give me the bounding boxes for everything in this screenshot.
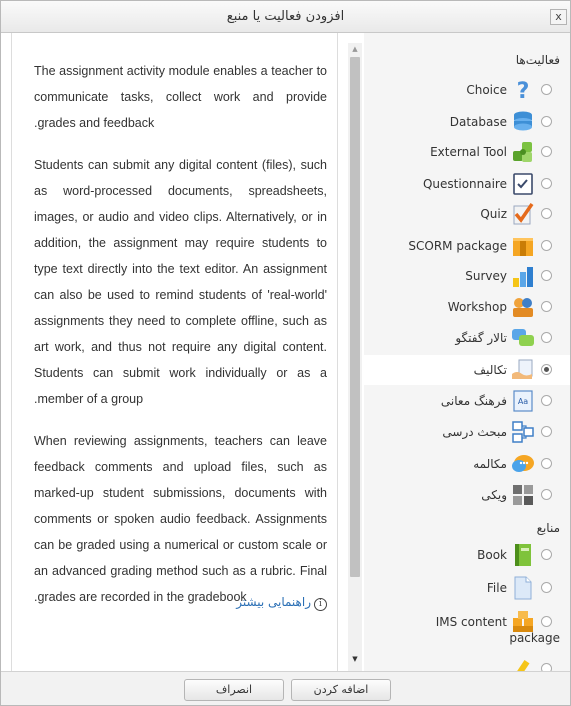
option-label: فرهنگ معانی <box>440 394 507 408</box>
radio-button[interactable] <box>541 549 552 560</box>
option-quiz[interactable]: Quiz <box>364 199 570 229</box>
option-chat[interactable]: مکالمه <box>364 449 570 479</box>
option-lesson[interactable]: مبحث درسی <box>364 417 570 447</box>
option-label: مکالمه <box>473 457 507 471</box>
dialog-body: The assignment activity module enables a… <box>1 33 570 673</box>
resources-section-label: منابع <box>536 521 560 535</box>
option-label: Questionnaire <box>422 177 507 191</box>
option-ims-content-package[interactable]: IMS content package <box>364 607 570 647</box>
option-file[interactable]: File <box>364 573 570 603</box>
option-label: SCORM package <box>408 239 507 253</box>
radio-button[interactable] <box>541 240 552 251</box>
dialog-footer: اضافه کردن انصراف <box>1 671 570 705</box>
option-label: Book <box>477 548 507 562</box>
radio-button[interactable] <box>541 116 552 127</box>
option-survey[interactable]: Survey <box>364 261 570 291</box>
dialog-title: افزودن فعالیت یا منبع <box>226 9 345 24</box>
option-label: Quiz <box>480 207 507 221</box>
radio-button[interactable] <box>541 489 552 500</box>
book-icon <box>515 544 531 566</box>
option-questionnaire[interactable]: Questionnaire <box>364 169 570 199</box>
option-label: Workshop <box>447 300 507 314</box>
option-label: Survey <box>465 269 507 283</box>
database-icon <box>514 111 532 131</box>
questionnaire-icon <box>513 173 533 195</box>
option-book[interactable]: Book <box>364 540 570 570</box>
radio-button[interactable] <box>541 582 552 593</box>
option-label: Choice <box>466 83 507 97</box>
option-workshop[interactable]: Workshop <box>364 292 570 322</box>
activities-section-label: فعالیت‌ها <box>515 53 560 67</box>
scroll-thumb[interactable] <box>350 57 360 577</box>
option-label: Database <box>449 115 507 129</box>
svg-text:Aa: Aa <box>518 397 528 406</box>
add-activity-dialog: افزودن فعالیت یا منبع x The assignment a… <box>0 0 571 706</box>
assignment-icon <box>512 359 533 379</box>
option-database[interactable]: Database <box>364 107 570 137</box>
add-button[interactable]: اضافه کردن <box>291 679 391 701</box>
option-forum[interactable]: تالار گفتگو <box>364 323 570 353</box>
radio-button[interactable] <box>541 208 552 219</box>
info-icon: i <box>314 598 327 611</box>
option-label: IMS content <box>435 615 507 629</box>
scroll-down-arrow-icon[interactable]: ▼ <box>348 653 362 665</box>
lesson-icon <box>512 421 534 443</box>
scroll-up-arrow-icon[interactable]: ▲ <box>348 43 362 55</box>
radio-button[interactable] <box>541 458 552 469</box>
activity-options-list: فعالیت‌ها ? Choice Database <box>364 33 570 671</box>
options-scrollbar[interactable]: ▲ ▼ <box>348 43 362 673</box>
close-button[interactable]: x <box>550 9 567 25</box>
option-external-tool[interactable]: External Tool <box>364 137 570 167</box>
option-glossary[interactable]: Aa فرهنگ معانی <box>364 386 570 416</box>
description-paragraph: The assignment activity module enables a… <box>34 64 327 130</box>
radio-button[interactable] <box>541 426 552 437</box>
radio-button[interactable] <box>541 146 552 157</box>
wiki-icon <box>513 485 533 505</box>
dialog-titlebar: افزودن فعالیت یا منبع x <box>1 1 570 33</box>
page-icon <box>517 660 530 671</box>
file-icon <box>514 576 532 600</box>
quiz-icon <box>513 203 534 225</box>
radio-button[interactable] <box>541 270 552 281</box>
description-paragraph: When reviewing assignments, teachers can… <box>34 434 327 604</box>
cancel-button[interactable]: انصراف <box>184 679 284 701</box>
option-assignment[interactable]: تکالیف <box>364 355 570 385</box>
option-label-continued: package <box>509 631 560 645</box>
survey-icon <box>513 267 533 287</box>
radio-button[interactable] <box>541 395 552 406</box>
glossary-icon: Aa <box>513 390 533 412</box>
svg-text:?: ? <box>517 79 530 102</box>
external-tool-icon <box>513 142 532 162</box>
option-wiki[interactable]: ویکی <box>364 480 570 510</box>
choice-icon: ? <box>517 79 530 102</box>
option-scorm-package[interactable]: SCORM package <box>364 231 570 261</box>
radio-button[interactable] <box>541 663 552 671</box>
radio-button[interactable] <box>541 84 552 95</box>
forum-icon <box>512 329 534 346</box>
radio-button[interactable] <box>541 301 552 312</box>
option-label: External Tool <box>430 145 507 159</box>
description-paragraph: Students can submit any digital content … <box>34 158 327 406</box>
option-label: File <box>486 581 507 595</box>
more-help-label: راهنمایی بیشتر <box>236 595 311 609</box>
option-label: ویکی <box>481 488 507 502</box>
chat-icon <box>512 455 534 472</box>
radio-button[interactable] <box>541 332 552 343</box>
module-description: The assignment activity module enables a… <box>11 33 338 671</box>
option-choice[interactable]: ? Choice <box>364 75 570 105</box>
option-label: تالار گفتگو <box>455 331 507 345</box>
option-label: تکالیف <box>473 363 507 377</box>
scorm-package-icon <box>513 238 533 256</box>
radio-button[interactable] <box>541 178 552 189</box>
workshop-icon <box>513 298 533 317</box>
radio-button[interactable] <box>541 364 552 375</box>
radio-button[interactable] <box>541 616 552 627</box>
more-help-link[interactable]: iراهنمایی بیشتر <box>236 595 327 611</box>
option-label: مبحث درسی <box>442 425 507 439</box>
